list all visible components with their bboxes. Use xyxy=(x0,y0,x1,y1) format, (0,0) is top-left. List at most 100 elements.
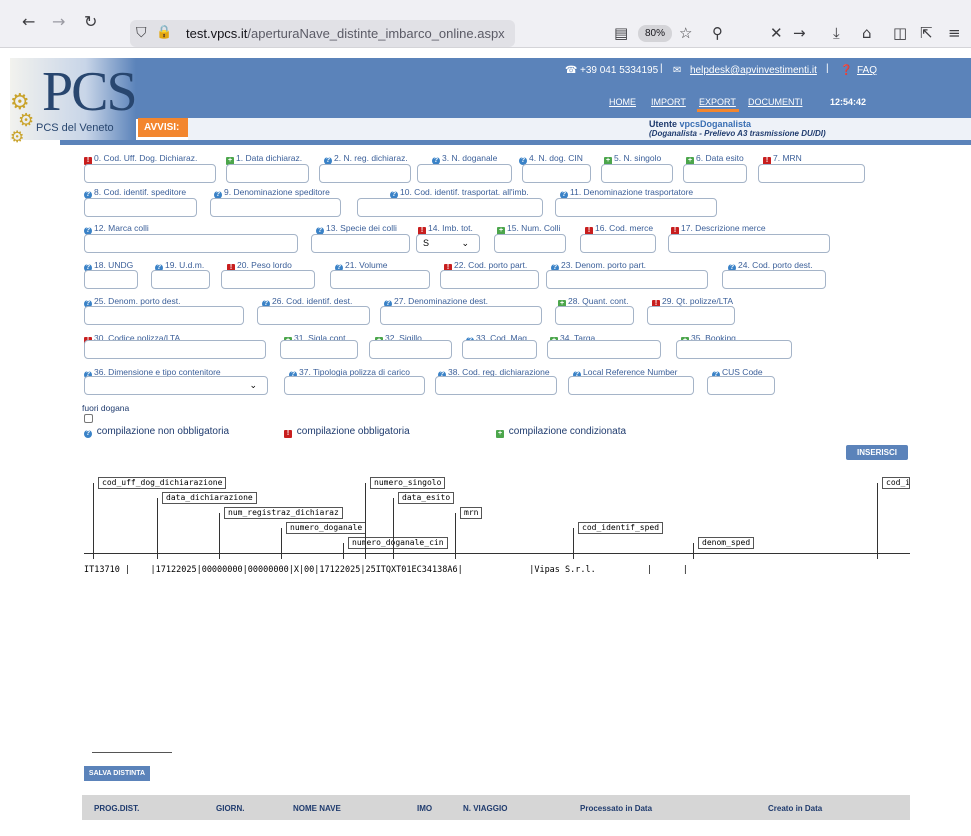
input-cod-uff-dog[interactable] xyxy=(84,164,216,183)
input-cod-identif-trasportat[interactable] xyxy=(357,198,543,217)
marker-line xyxy=(281,528,282,559)
input-booking[interactable] xyxy=(676,340,792,359)
sidebar-icon[interactable]: ◫ xyxy=(893,24,907,42)
back-icon[interactable]: ← xyxy=(22,12,35,32)
user-role: (Doganalista - Prelievo A3 trasmissione … xyxy=(649,129,826,138)
select-imb-tot[interactable]: S ⌄ xyxy=(416,234,480,253)
input-cod-mag[interactable] xyxy=(462,340,537,359)
input-cod-merce[interactable] xyxy=(580,234,656,253)
distinte-table-header: PROG.DIST. GIORN. NOME NAVE IMO N. VIAGG… xyxy=(82,795,910,820)
input-mrn[interactable] xyxy=(758,164,865,183)
clock: 12:54:42 xyxy=(830,97,867,107)
col-creato[interactable]: Creato in Data xyxy=(768,804,822,813)
input-tipologia-polizza[interactable] xyxy=(284,376,425,395)
nav-import[interactable]: IMPORT xyxy=(651,97,686,107)
input-specie-colli[interactable] xyxy=(311,234,410,253)
tag-denom-sped: denom_sped xyxy=(698,537,755,549)
input-data-esito[interactable] xyxy=(683,164,747,183)
input-sigillo[interactable] xyxy=(369,340,452,359)
input-marca-colli[interactable] xyxy=(84,234,298,253)
fuori-dogana-checkbox[interactable] xyxy=(84,414,93,423)
home-icon[interactable]: ⌂ xyxy=(862,24,872,42)
menu-icon[interactable]: ≡ xyxy=(948,24,961,42)
helpdesk-email-link[interactable]: helpdesk@apvinvestimenti.it xyxy=(690,65,817,76)
input-num-colli[interactable] xyxy=(494,234,566,253)
input-cod-porto-part[interactable] xyxy=(440,270,539,289)
tag-numero-doganale-cin: numero_doganale_cin xyxy=(348,537,448,549)
nav-documenti[interactable]: DOCUMENTI xyxy=(748,97,803,107)
col-prog-dist[interactable]: PROG.DIST. xyxy=(94,804,139,813)
input-n-dog-cin[interactable] xyxy=(522,164,591,183)
input-cod-identif-speditore[interactable] xyxy=(84,198,197,217)
tag-data-esito: data_esito xyxy=(398,492,455,504)
input-cod-reg-dichiarazione[interactable] xyxy=(435,376,557,395)
input-quant-cont[interactable] xyxy=(555,306,634,325)
pcs-logo[interactable]: PCS ⚙ ⚙ ⚙ PCS del Veneto xyxy=(10,58,138,146)
input-udm[interactable] xyxy=(151,270,210,289)
header-divider xyxy=(60,140,971,145)
input-cod-identif-dest[interactable] xyxy=(257,306,370,325)
info-icon: ? xyxy=(84,430,92,438)
input-data-dichiaraz[interactable] xyxy=(226,164,309,183)
marker-line xyxy=(365,483,366,559)
notice-strip xyxy=(188,118,971,140)
input-denom-porto-part[interactable] xyxy=(546,270,708,289)
reader-view-icon[interactable]: ▤ xyxy=(614,24,628,42)
download-icon[interactable]: ⤓ xyxy=(833,24,840,42)
marker-line xyxy=(343,543,344,559)
inserisci-button[interactable]: INSERISCI xyxy=(846,445,908,460)
input-denominazione-trasportatore[interactable] xyxy=(555,198,717,217)
input-targa[interactable] xyxy=(547,340,661,359)
tag-numero-doganale: numero_doganale xyxy=(286,522,367,534)
select-dimensione-contenitore[interactable]: ⌄ xyxy=(84,376,268,395)
close-search-icon[interactable]: ✕ xyxy=(770,24,783,42)
marker-line xyxy=(877,483,878,559)
col-giorn[interactable]: GIORN. xyxy=(216,804,244,813)
input-codice-polizza[interactable] xyxy=(84,340,266,359)
bookmark-star-icon[interactable]: ☆ xyxy=(679,24,692,42)
col-nome-nave[interactable]: NOME NAVE xyxy=(293,804,341,813)
tag-cod-identif-sped: cod_identif_sped xyxy=(578,522,664,534)
input-n-reg-dichiaraz[interactable] xyxy=(319,164,411,183)
input-denominazione-dest[interactable] xyxy=(380,306,542,325)
lock-icon[interactable]: 🔒 xyxy=(156,24,172,42)
faq-link[interactable]: FAQ xyxy=(857,65,877,76)
baseline xyxy=(84,553,910,554)
nav-home[interactable]: HOME xyxy=(609,97,636,107)
col-imo[interactable]: IMO xyxy=(417,804,432,813)
input-cod-porto-dest[interactable] xyxy=(722,270,826,289)
user-prefix: Utente xyxy=(649,119,678,129)
input-n-doganale[interactable] xyxy=(417,164,512,183)
input-qt-polizze[interactable] xyxy=(647,306,735,325)
zoom-level[interactable]: 80% xyxy=(638,25,672,42)
divider xyxy=(92,752,172,753)
col-n-viaggio[interactable]: N. VIAGGIO xyxy=(463,804,507,813)
input-peso-lordo[interactable] xyxy=(221,270,315,289)
forward-icon[interactable]: → xyxy=(52,12,65,32)
nav-export[interactable]: EXPORT xyxy=(699,97,736,107)
input-denom-porto-dest[interactable] xyxy=(84,306,244,325)
search-icon[interactable]: ⚲ xyxy=(712,24,723,42)
share-icon[interactable]: ⇱ xyxy=(920,24,933,42)
address-bar[interactable]: ⛉ 🔒 test.vpcs.it/aperturaNave_distinte_i… xyxy=(130,20,515,47)
shield-icon[interactable]: ⛉ xyxy=(136,24,147,42)
marker-line xyxy=(219,513,220,559)
input-local-reference-number[interactable] xyxy=(568,376,694,395)
tag-cod-uff-dog: cod_uff_dog_dichiarazione xyxy=(98,477,227,489)
separator: | xyxy=(826,63,829,74)
gear-icon: ⚙ xyxy=(10,127,25,146)
input-cus-code[interactable] xyxy=(707,376,775,395)
mail-icon: ✉ xyxy=(673,65,682,76)
search-next-icon[interactable]: → xyxy=(793,24,806,42)
input-n-singolo[interactable] xyxy=(601,164,673,183)
input-undg[interactable] xyxy=(84,270,138,289)
input-denominazione-speditore[interactable] xyxy=(210,198,341,217)
phone-number: +39 041 5334195 xyxy=(580,65,659,76)
reload-icon[interactable]: ↻ xyxy=(84,12,97,32)
marker-line xyxy=(693,543,694,559)
col-processato[interactable]: Processato in Data xyxy=(580,804,652,813)
input-sigla-cont[interactable] xyxy=(280,340,358,359)
input-volume[interactable] xyxy=(330,270,430,289)
input-descrizione-merce[interactable] xyxy=(668,234,830,253)
salva-distinta-button[interactable]: SALVA DISTINTA xyxy=(84,766,150,781)
